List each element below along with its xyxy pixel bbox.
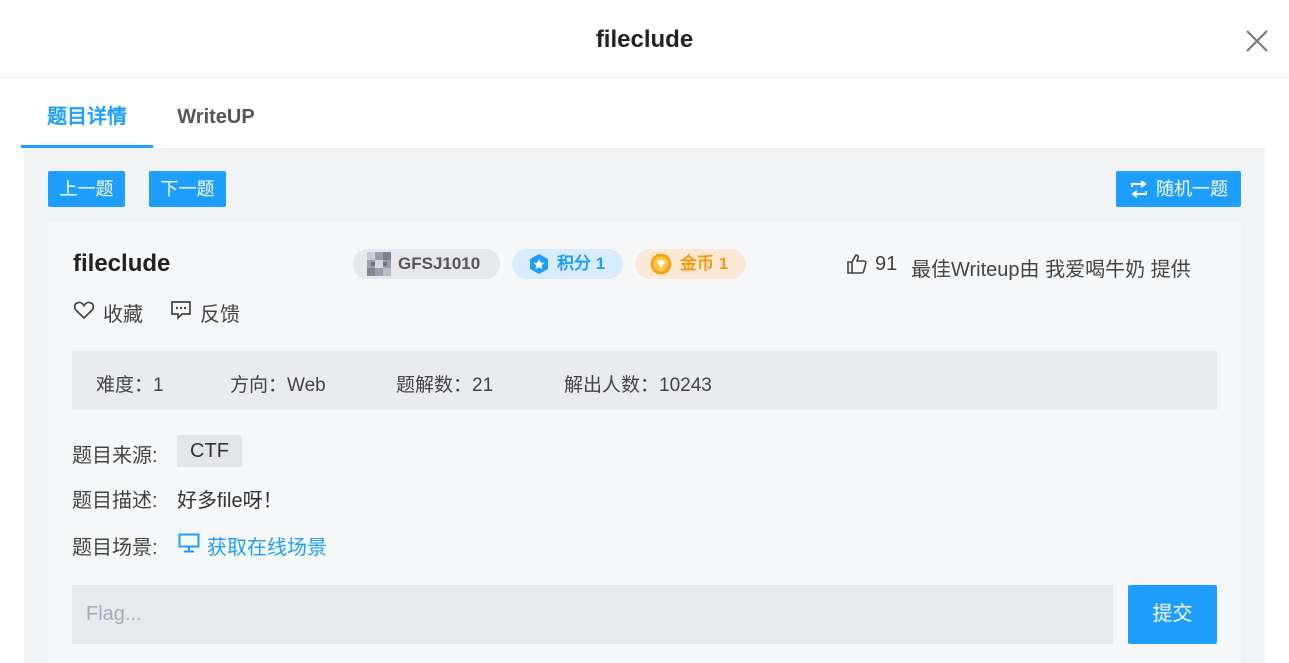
feedback-label: 反馈 — [200, 304, 240, 326]
author-avatar-icon — [367, 252, 391, 276]
stat-direction: 方向：Web — [230, 375, 326, 396]
thumbs-up-icon — [847, 254, 867, 274]
shuffle-icon — [1131, 180, 1147, 198]
flag-input[interactable] — [72, 585, 1113, 644]
tab-writeup[interactable]: WriteUP — [166, 78, 266, 148]
stat-solutions: 题解数：21 — [396, 375, 494, 396]
challenge-title: fileclude — [73, 250, 171, 277]
score-value: 积分 1 — [557, 254, 606, 273]
description-label: 题目描述: — [72, 490, 158, 512]
score-icon — [530, 254, 548, 274]
get-scene-label: 获取在线场景 — [207, 537, 327, 559]
close-button[interactable] — [1243, 27, 1271, 55]
close-icon — [1246, 30, 1268, 52]
stat-solvers: 解出人数：10243 — [564, 375, 712, 396]
scene-label: 题目场景: — [72, 537, 158, 559]
modal-title: fileclude — [595, 26, 694, 53]
gold-coin-icon — [650, 253, 672, 275]
author-badge[interactable]: GFSJ1010 — [353, 249, 500, 279]
next-button[interactable]: 下一题 — [149, 171, 226, 207]
score-badge: 积分 1 — [512, 249, 623, 279]
gold-badge: 金币 1 — [635, 249, 746, 279]
modal-header: fileclude — [0, 0, 1289, 78]
like-count: 91 — [875, 253, 898, 275]
prev-button[interactable]: 上一题 — [48, 171, 125, 207]
tab-details[interactable]: 题目详情 — [21, 78, 153, 148]
gold-value: 金币 1 — [680, 254, 729, 273]
heart-icon — [73, 301, 95, 320]
tab-bar: 题目详情 WriteUP — [21, 78, 1265, 148]
challenge-card: fileclude GFSJ1010 积分 1 金币 1 91 最佳Writeu… — [48, 222, 1241, 663]
favorite-label: 收藏 — [103, 304, 143, 326]
random-button-label: 随机一题 — [1156, 179, 1228, 199]
comment-icon — [171, 301, 191, 321]
author-name: GFSJ1010 — [398, 254, 481, 273]
submit-button[interactable]: 提交 — [1128, 585, 1217, 644]
stats-bar: 难度：1 方向：Web 题解数：21 解出人数：10243 — [72, 351, 1217, 410]
stat-difficulty: 难度：1 — [96, 375, 164, 396]
source-label: 题目来源: — [72, 445, 158, 467]
description-text: 好多file呀！ — [177, 490, 283, 512]
monitor-icon — [178, 533, 200, 553]
best-writeup-text: 最佳Writeup由 我爱喝牛奶 提供 — [911, 259, 1191, 281]
source-tag: CTF — [177, 435, 242, 467]
challenge-panel: 上一题 下一题 随机一题 fileclude GFSJ1010 积分 1 金币 … — [24, 148, 1265, 663]
random-button[interactable]: 随机一题 — [1116, 171, 1241, 207]
